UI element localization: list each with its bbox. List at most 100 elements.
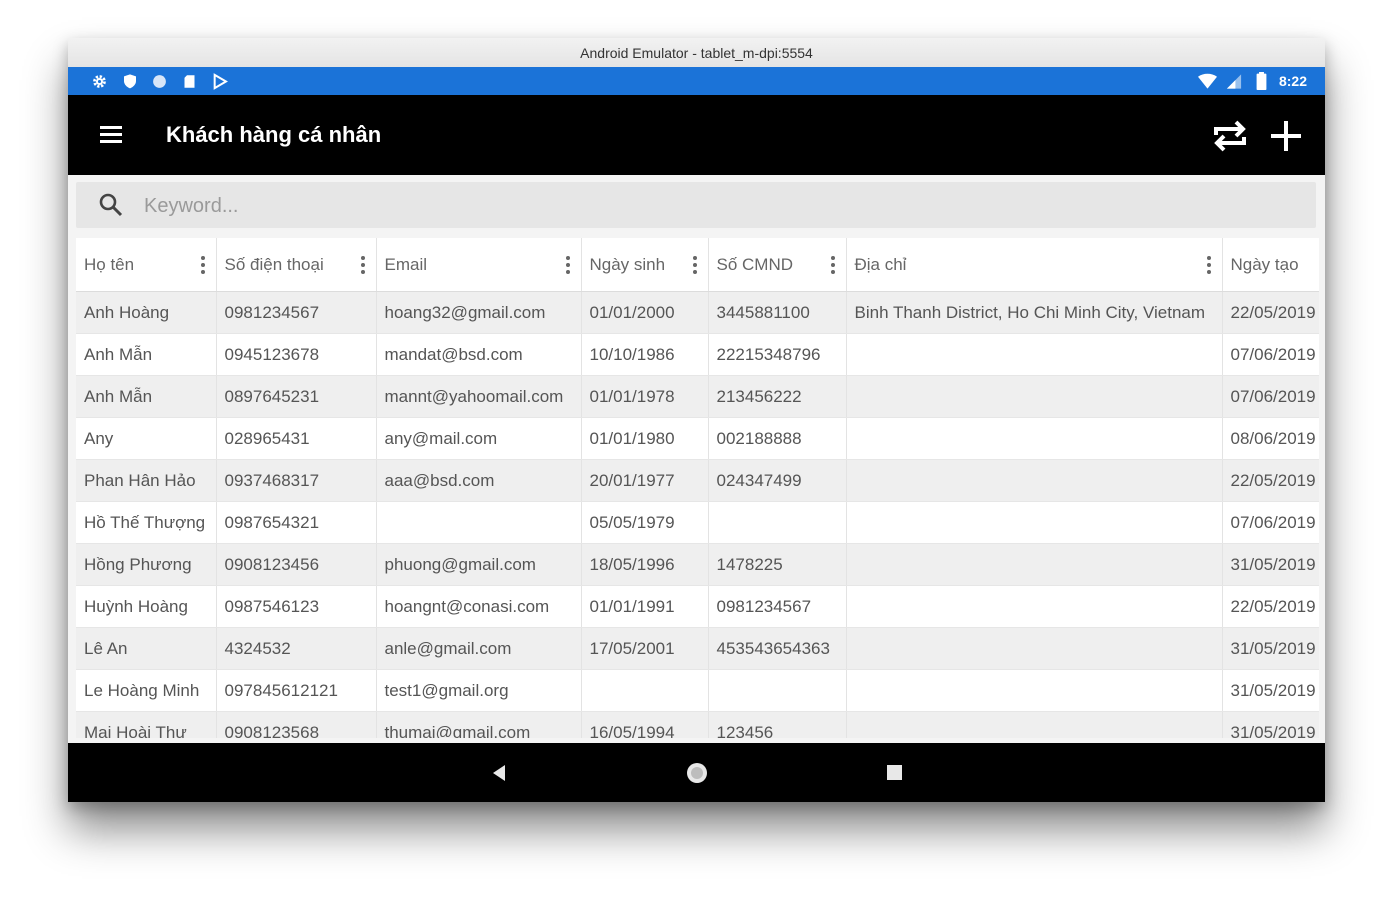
column-header-email[interactable]: Email: [376, 238, 582, 292]
app-toolbar: Khách hàng cá nhân: [68, 95, 1325, 175]
table-row[interactable]: Huỳnh Hoàng 0987546123 hoangnt@conasi.com 0…: [76, 585, 1319, 628]
table-cell-address: [846, 417, 1223, 460]
system-nav-bar: [68, 743, 1325, 802]
column-header-label: Địa chỉ: [854, 254, 907, 274]
search-bar: [76, 182, 1316, 228]
table-cell-address: [846, 501, 1223, 544]
table-row[interactable]: Any 028965431 any@mail.com 01/01/1980 002188…: [76, 417, 1319, 460]
table-cell-address: [846, 669, 1223, 712]
table-cell-name: Lê An: [76, 627, 217, 670]
back-icon[interactable]: [488, 762, 510, 784]
column-header-label: Họ tên: [84, 254, 135, 274]
column-menu-icon[interactable]: [830, 254, 836, 276]
column-header-id-number[interactable]: Số CMND: [708, 238, 847, 292]
table-cell-id-number: 002188888: [708, 417, 847, 460]
table-cell-id-number: 453543654363: [708, 627, 847, 670]
table-row[interactable]: Lê An 4324532 anle@gmail.com 17/05/2001 4535…: [76, 627, 1319, 670]
table-cell-birthdate: 01/01/1978: [581, 375, 709, 418]
column-header-phone[interactable]: Số điện thoại: [216, 238, 377, 292]
table-cell-birthdate: 17/05/2001: [581, 627, 709, 670]
table-cell-id-number: [708, 669, 847, 712]
customer-table: Họ tên Số điện thoại Email Ngày sinh Số CMND…: [76, 238, 1319, 738]
table-cell-phone: 4324532: [216, 627, 377, 670]
column-menu-icon[interactable]: [360, 254, 366, 276]
table-cell-phone: 0908123568: [216, 711, 377, 738]
column-menu-icon[interactable]: [1206, 254, 1212, 276]
circle-icon: [150, 72, 169, 91]
table-cell-email: [376, 501, 582, 544]
table-cell-email: phuong@gmail.com: [376, 543, 582, 586]
table-cell-name: Huỳnh Hoàng: [76, 585, 217, 628]
shield-icon: [120, 72, 139, 91]
table-cell-email: hoang32@gmail.com: [376, 291, 582, 334]
column-header-label: Ngày tạo: [1230, 254, 1299, 274]
emulator-window: Android Emulator - tablet_m-dpi:5554 8:2…: [68, 38, 1325, 802]
column-menu-icon[interactable]: [565, 254, 571, 276]
table-cell-email: test1@gmail.org: [376, 669, 582, 712]
signal-icon: [1225, 72, 1244, 91]
table-cell-created-date: 07/06/2019: [1222, 501, 1319, 544]
table-cell-phone: 0897645231: [216, 375, 377, 418]
table-cell-phone: 0981234567: [216, 291, 377, 334]
table-cell-phone: 0987654321: [216, 501, 377, 544]
table-row[interactable]: Anh Mẫn 0897645231 mannt@yahoomail.com 01/0…: [76, 375, 1319, 418]
table-cell-created-date: 07/06/2019: [1222, 333, 1319, 376]
hamburger-menu-icon[interactable]: [94, 119, 128, 151]
table-cell-phone: 097845612121: [216, 669, 377, 712]
column-header-label: Email: [384, 254, 428, 274]
table-cell-name: Any: [76, 417, 217, 460]
table-cell-birthdate: 01/01/1991: [581, 585, 709, 628]
table-cell-created-date: 08/06/2019: [1222, 417, 1319, 460]
column-header-created-date[interactable]: Ngày tạo: [1222, 238, 1319, 292]
table-row[interactable]: Anh Mẫn 0945123678 mandat@bsd.com 10/10/198…: [76, 333, 1319, 376]
settings-icon: [90, 72, 109, 91]
table-cell-created-date: 22/05/2019: [1222, 291, 1319, 334]
column-menu-icon[interactable]: [200, 254, 206, 276]
table-cell-name: Phan Hân Hảo: [76, 459, 217, 502]
column-header-address[interactable]: Địa chỉ: [846, 238, 1223, 292]
column-header-birthdate[interactable]: Ngày sinh: [581, 238, 709, 292]
table-cell-address: [846, 375, 1223, 418]
table-cell-phone: 028965431: [216, 417, 377, 460]
table-cell-id-number: 22215348796: [708, 333, 847, 376]
table-cell-birthdate: 01/01/2000: [581, 291, 709, 334]
table-row[interactable]: Hồng Phương 0908123456 phuong@gmail.com 18/…: [76, 543, 1319, 586]
column-menu-icon[interactable]: [692, 254, 698, 276]
table-cell-created-date: 31/05/2019: [1222, 543, 1319, 586]
sync-icon[interactable]: [1209, 115, 1251, 157]
table-cell-birthdate: 18/05/1996: [581, 543, 709, 586]
table-cell-name: Le Hoàng Minh: [76, 669, 217, 712]
table-cell-name: Hồ Thế Thượng: [76, 501, 217, 544]
table-cell-created-date: 31/05/2019: [1222, 711, 1319, 738]
table-cell-id-number: 0981234567: [708, 585, 847, 628]
table-cell-name: Mai Hoài Thư: [76, 711, 217, 738]
column-header-name[interactable]: Họ tên: [76, 238, 217, 292]
status-bar: 8:22: [68, 67, 1325, 95]
recent-apps-icon[interactable]: [886, 764, 903, 781]
table-row[interactable]: Le Hoàng Minh 097845612121 test1@gmail.org…: [76, 669, 1319, 712]
table-cell-name: Hồng Phương: [76, 543, 217, 586]
table-cell-birthdate: [581, 669, 709, 712]
table-cell-birthdate: 16/05/1994: [581, 711, 709, 738]
table-row[interactable]: Mai Hoài Thư 0908123568 thumai@gmail.com 16…: [76, 711, 1319, 738]
window-title: Android Emulator - tablet_m-dpi:5554: [68, 38, 1325, 68]
column-header-label: Số điện thoại: [224, 254, 324, 274]
search-input[interactable]: [142, 189, 1296, 223]
table-cell-phone: 0937468317: [216, 459, 377, 502]
add-icon[interactable]: [1265, 115, 1307, 157]
sd-card-icon: [180, 72, 199, 91]
table-cell-email: aaa@bsd.com: [376, 459, 582, 502]
table-row[interactable]: Phan Hân Hảo 0937468317 aaa@bsd.com 20/01/1…: [76, 459, 1319, 502]
home-icon[interactable]: [685, 761, 709, 785]
column-header-label: Số CMND: [716, 254, 794, 274]
table-cell-id-number: 024347499: [708, 459, 847, 502]
table-cell-id-number: 1478225: [708, 543, 847, 586]
status-time: 8:22: [1278, 73, 1307, 89]
table-row[interactable]: Hồ Thế Thượng 0987654321 05/05/1979 07/06/2…: [76, 501, 1319, 544]
table-cell-email: hoangnt@conasi.com: [376, 585, 582, 628]
table-cell-phone: 0945123678: [216, 333, 377, 376]
column-header-label: Ngày sinh: [589, 254, 666, 274]
table-row[interactable]: Anh Hoàng 0981234567 hoang32@gmail.com 01/0…: [76, 291, 1319, 334]
table-cell-name: Anh Hoàng: [76, 291, 217, 334]
page-title: Khách hàng cá nhân: [166, 122, 382, 147]
